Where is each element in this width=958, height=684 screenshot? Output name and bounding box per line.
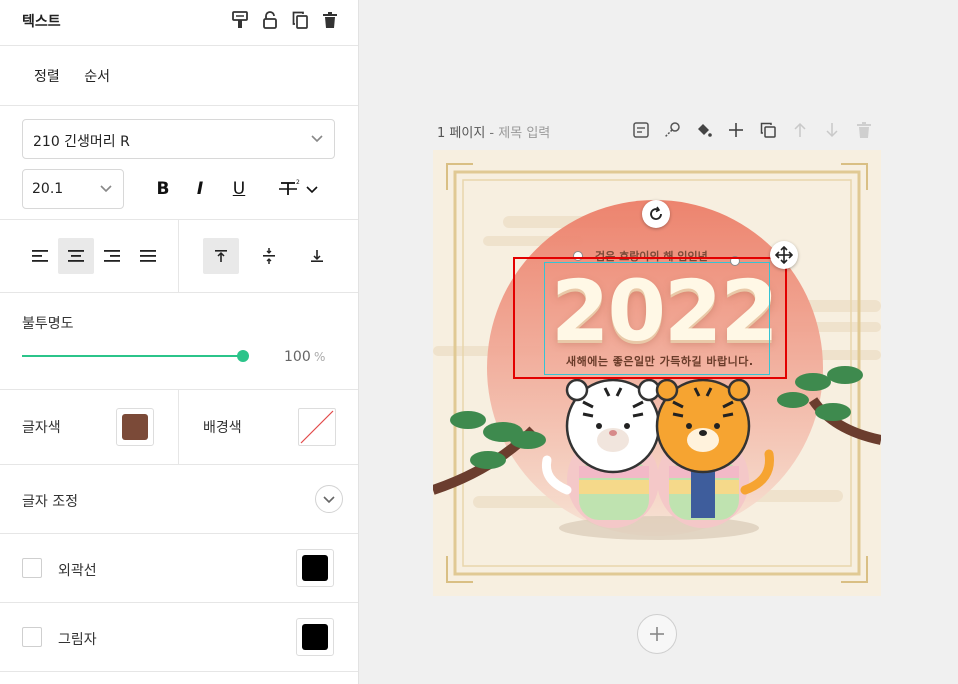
- tab-align[interactable]: 정렬: [34, 69, 60, 85]
- align-right-button[interactable]: [94, 238, 130, 274]
- text-color-label: 글자색: [22, 420, 61, 436]
- opacity-unit: %: [314, 350, 326, 364]
- text-color-fill: [122, 414, 148, 440]
- move-down-icon[interactable]: [823, 121, 841, 139]
- tab-list: 정렬 순서: [34, 66, 130, 86]
- bg-color-label: 배경색: [203, 420, 242, 436]
- plus-icon: [650, 627, 664, 641]
- page-number: 1 페이지: [437, 126, 486, 141]
- divider: [178, 220, 179, 293]
- page-title-separator: -: [485, 126, 499, 141]
- delete-page-icon[interactable]: [855, 121, 873, 139]
- align-justify-icon: [140, 250, 156, 262]
- chevron-down-icon: [100, 185, 112, 193]
- valign-bottom-icon: [311, 250, 323, 262]
- strikethrough-menu-button[interactable]: 2: [279, 178, 321, 200]
- font-size-value: 20.1: [32, 181, 64, 197]
- svg-text:2: 2: [296, 179, 300, 186]
- text-adjust-label: 글자 조정: [22, 494, 78, 510]
- align-center-icon: [68, 250, 84, 262]
- rotate-handle[interactable]: [642, 200, 670, 228]
- move-up-icon[interactable]: [791, 121, 809, 139]
- memo-icon[interactable]: [632, 121, 650, 139]
- bold-button[interactable]: B: [152, 178, 174, 200]
- page-header: 1 페이지 - 제목 입력: [437, 122, 550, 141]
- shadow-color-swatch[interactable]: [296, 618, 334, 656]
- text-adjust-expand-button[interactable]: [315, 485, 343, 513]
- tab-row: 정렬 순서: [0, 46, 358, 106]
- trash-icon[interactable]: [320, 10, 340, 30]
- valign-middle-icon: [263, 248, 275, 264]
- outline-label: 외곽선: [58, 563, 97, 579]
- rotate-icon: [650, 206, 662, 220]
- outline-checkbox[interactable]: [22, 558, 42, 578]
- font-size-select[interactable]: 20.1: [22, 169, 124, 209]
- align-left-button[interactable]: [22, 238, 58, 274]
- no-color-icon: [300, 410, 334, 444]
- bg-color-swatch[interactable]: [298, 408, 336, 446]
- panel-header: 텍스트: [0, 0, 358, 46]
- chevron-down-icon: [323, 496, 335, 504]
- valign-top-button[interactable]: [203, 238, 239, 274]
- eyedropper-icon[interactable]: [663, 121, 681, 139]
- opacity-slider-track[interactable]: [22, 355, 244, 357]
- text-color-swatch[interactable]: [116, 408, 154, 446]
- valign-bottom-button[interactable]: [299, 238, 335, 274]
- add-page-button[interactable]: [637, 614, 677, 654]
- move-arrows-icon: [775, 246, 793, 264]
- font-family-select[interactable]: 210 긴생머리 R: [22, 119, 335, 159]
- page-title-input[interactable]: 제목 입력: [498, 126, 550, 141]
- align-left-icon: [32, 250, 48, 262]
- panel-title: 텍스트: [22, 14, 61, 30]
- paint-format-icon[interactable]: [230, 10, 250, 30]
- highlight-box: [513, 257, 787, 379]
- opacity-label: 불투명도: [22, 316, 74, 332]
- italic-button[interactable]: I: [189, 178, 211, 200]
- chevron-down-icon: [311, 135, 323, 143]
- shadow-checkbox[interactable]: [22, 627, 42, 647]
- text-properties-panel: 텍스트 정렬 순서 210 긴생머리 R 20.1 B I U 2 불투명도 1…: [0, 0, 359, 684]
- align-right-icon: [104, 250, 120, 262]
- opacity-section: [0, 293, 358, 390]
- font-family-value: 210 긴생머리 R: [33, 134, 130, 150]
- duplicate-icon[interactable]: [290, 10, 310, 30]
- unlock-icon[interactable]: [260, 10, 280, 30]
- strikethrough-icon: 2: [279, 179, 318, 195]
- align-justify-button[interactable]: [130, 238, 166, 274]
- shadow-color-fill: [302, 624, 328, 650]
- outline-color-swatch[interactable]: [296, 549, 334, 587]
- tab-order[interactable]: 순서: [84, 69, 110, 85]
- copy-page-icon[interactable]: [759, 121, 777, 139]
- fill-bucket-icon[interactable]: [695, 121, 713, 139]
- underline-button[interactable]: U: [228, 178, 250, 200]
- align-center-button[interactable]: [58, 238, 94, 274]
- valign-middle-button[interactable]: [251, 238, 287, 274]
- opacity-value: 100: [284, 349, 311, 365]
- opacity-slider-handle[interactable]: [237, 350, 249, 362]
- outline-color-fill: [302, 555, 328, 581]
- divider: [178, 390, 179, 465]
- shadow-label: 그림자: [58, 632, 97, 648]
- valign-top-icon: [215, 250, 227, 262]
- move-handle[interactable]: [770, 241, 798, 269]
- add-icon[interactable]: [727, 121, 745, 139]
